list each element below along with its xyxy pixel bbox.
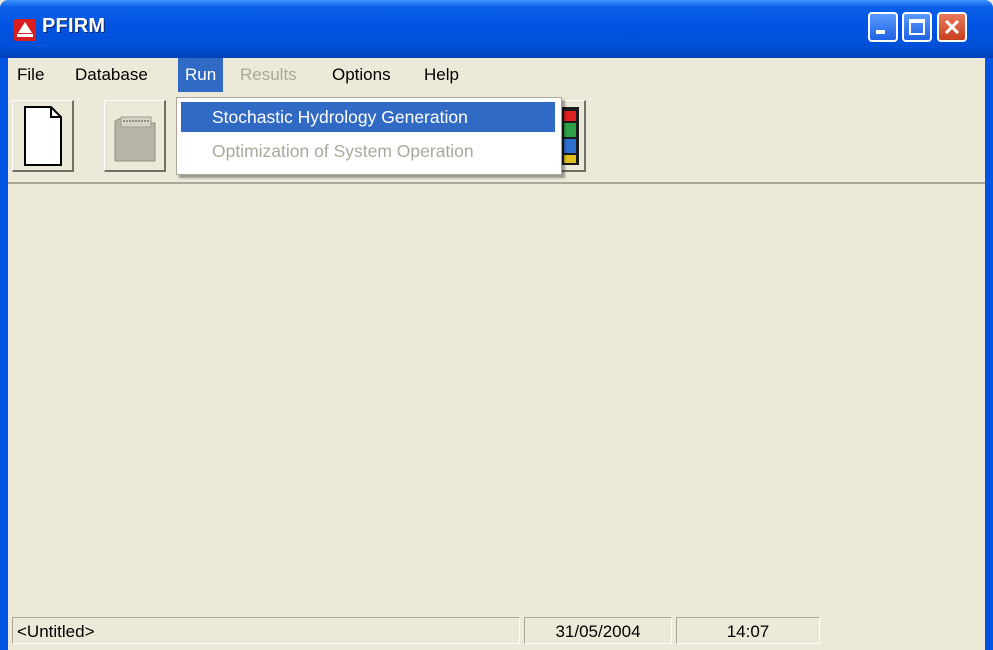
minimize-button[interactable] [868,12,898,42]
menu-run[interactable]: Run [178,58,224,92]
menu-item-stochastic-hydrology-generation[interactable]: Stochastic Hydrology Generation [181,102,555,132]
menu-item-optimization-of-system-operation[interactable]: Optimization of System Operation [181,136,555,166]
app-logo-icon [14,19,36,41]
menu-database[interactable]: Database [68,58,155,92]
maximize-button[interactable] [902,12,932,42]
menu-bar: File Database Run Results Options Help [8,58,985,92]
menu-help[interactable]: Help [417,58,466,92]
open-folder-button[interactable] [104,100,166,172]
title-bar[interactable]: PFIRM [0,0,993,58]
window-frame-right [985,58,993,650]
menu-file[interactable]: File [10,58,51,92]
status-bar: <Untitled> 31/05/2004 14:07 [8,614,985,646]
run-menu-dropdown: Stochastic Hydrology Generation Optimiza… [176,97,562,175]
window-frame-left [0,58,8,650]
status-date: 31/05/2004 [524,617,672,644]
app-window: PFIRM File Database Run Results Options [0,0,993,650]
status-filename: <Untitled> [12,617,520,644]
menu-options[interactable]: Options [325,58,398,92]
new-document-button[interactable] [12,100,74,172]
new-document-icon [24,106,62,166]
open-folder-icon [114,116,156,162]
maximize-icon [909,19,925,35]
minimize-icon [876,30,885,34]
close-icon [944,19,960,35]
status-time: 14:07 [676,617,820,644]
close-button[interactable] [937,12,967,42]
client-area[interactable] [8,184,985,612]
menu-results[interactable]: Results [233,58,304,92]
window-title: PFIRM [42,15,106,37]
